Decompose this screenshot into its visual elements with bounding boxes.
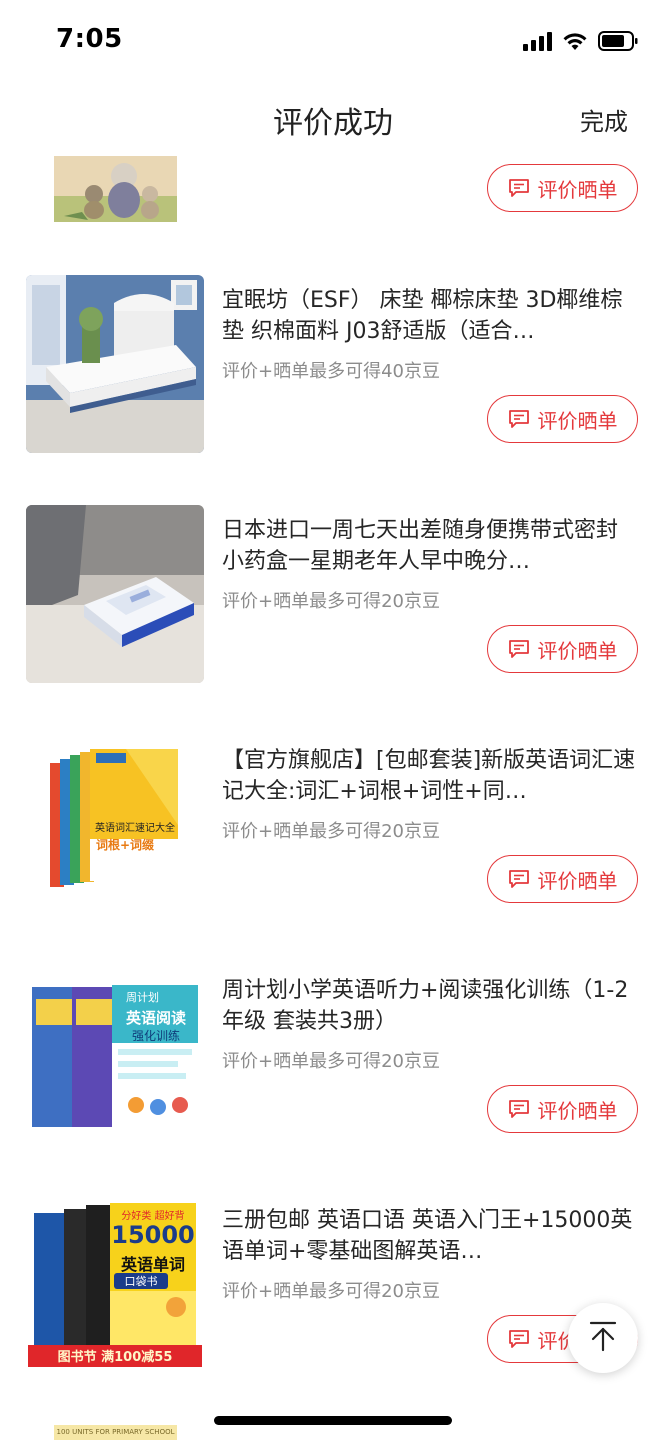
list-item: 周计划 英语阅读 强化训练 周计划小学英语听力+阅读强化训练（1-2年级 套装共…: [0, 965, 666, 1165]
review-button[interactable]: 评价晒单: [487, 395, 638, 443]
list-item: 英语词汇速记大全 词根+词缀 【官方旗舰店】[包邮套装]新版英语词汇速记大全:词…: [0, 735, 666, 935]
product-title[interactable]: 宜眠坊（ESF） 床垫 椰棕床垫 3D椰维棕垫 织棉面料 J03舒适版（适合…: [222, 285, 636, 347]
reward-hint: 评价+晒单最多可得20京豆: [222, 821, 440, 842]
review-button-label: 评价晒单: [537, 638, 618, 663]
review-button[interactable]: 评价晒单: [487, 164, 638, 212]
review-button-label: 评价晒单: [537, 177, 618, 202]
review-button[interactable]: 评价晒单: [487, 855, 638, 903]
peek-cover-text: 100 UNITS FOR PRIMARY SCHOOL: [56, 1428, 175, 1436]
status-bar: 7:05: [0, 0, 666, 84]
comment-icon: [508, 1099, 530, 1119]
review-product-list[interactable]: 评价晒单 宜眠坊（ESF） 床垫 椰棕床垫 3D椰维棕垫 织棉面料 J03舒适版…: [0, 152, 666, 1440]
review-button[interactable]: 评价晒单: [487, 625, 638, 673]
book-cover-top: 分好类 超好背: [121, 1211, 185, 1222]
review-button-label: 评价晒单: [537, 408, 618, 433]
product-image: [54, 156, 177, 222]
comment-icon: [508, 639, 530, 659]
wifi-icon: [562, 31, 588, 51]
done-button[interactable]: 完成: [580, 102, 628, 137]
battery-icon: [598, 31, 638, 51]
reward-hint: 评价+晒单最多可得20京豆: [222, 1051, 440, 1072]
book-cover-line1: 英语词汇速记大全: [95, 823, 175, 834]
nav-header: 评价成功 完成: [0, 84, 666, 152]
book-cover-line1: 英语单词: [120, 1255, 185, 1274]
reward-hint: 评价+晒单最多可得20京豆: [222, 1281, 440, 1302]
book-cover-line2: 口袋书: [114, 1273, 168, 1289]
arrow-up-icon: [586, 1319, 620, 1357]
book-cover-line2: 词根+词缀: [95, 838, 155, 852]
book-cover-line2: 强化训练: [131, 1029, 180, 1043]
product-image: [26, 275, 204, 453]
back-to-top-button[interactable]: [568, 1303, 638, 1373]
comment-icon: [508, 1329, 530, 1349]
home-indicator: [214, 1416, 452, 1425]
reward-hint: 评价+晒单最多可得40京豆: [222, 361, 440, 382]
list-item: 100 UNITS FOR PRIMARY SCHOOL: [0, 1425, 666, 1440]
list-item: 分好类 超好背 15000 英语单词 口袋书 图书节 满100减55 三册包邮 …: [0, 1195, 666, 1395]
review-button-label: 评价晒单: [537, 1098, 618, 1123]
reward-hint: 评价+晒单最多可得20京豆: [222, 591, 440, 612]
product-image: 分好类 超好背 15000 英语单词 口袋书 图书节 满100减55: [26, 1195, 204, 1373]
product-image: 周计划 英语阅读 强化训练: [26, 965, 204, 1143]
product-title[interactable]: 【官方旗舰店】[包邮套装]新版英语词汇速记大全:词汇+词根+词性+同…: [222, 745, 636, 807]
book-cover-number: 15000: [111, 1221, 195, 1249]
comment-icon: [508, 869, 530, 889]
comment-icon: [508, 178, 530, 198]
list-item: 宜眠坊（ESF） 床垫 椰棕床垫 3D椰维棕垫 织棉面料 J03舒适版（适合… …: [0, 275, 666, 475]
review-button-label: 评价晒单: [537, 868, 618, 893]
book-cover-line1: 英语阅读: [125, 1009, 186, 1027]
status-icons: [523, 28, 638, 54]
review-button[interactable]: 评价晒单: [487, 1085, 638, 1133]
product-image: [26, 505, 204, 683]
product-title[interactable]: 日本进口一周七天出差随身便携带式密封小药盒一星期老年人早中晚分…: [222, 515, 636, 577]
book-cover-brand: 周计划: [126, 991, 159, 1004]
cellular-signal-icon: [523, 31, 552, 51]
product-image: 100 UNITS FOR PRIMARY SCHOOL: [54, 1425, 177, 1440]
product-title[interactable]: 周计划小学英语听力+阅读强化训练（1-2年级 套装共3册）: [222, 975, 636, 1037]
status-time: 7:05: [56, 24, 123, 54]
list-item: 日本进口一周七天出差随身便携带式密封小药盒一星期老年人早中晚分… 评价+晒单最多…: [0, 505, 666, 705]
comment-icon: [508, 409, 530, 429]
promo-banner: 图书节 满100减55: [57, 1350, 173, 1365]
page-title: 评价成功: [273, 106, 393, 141]
product-image: 英语词汇速记大全 词根+词缀: [26, 735, 204, 913]
product-title[interactable]: 三册包邮 英语口语 英语入门王+15000英语单词+零基础图解英语…: [222, 1205, 636, 1267]
